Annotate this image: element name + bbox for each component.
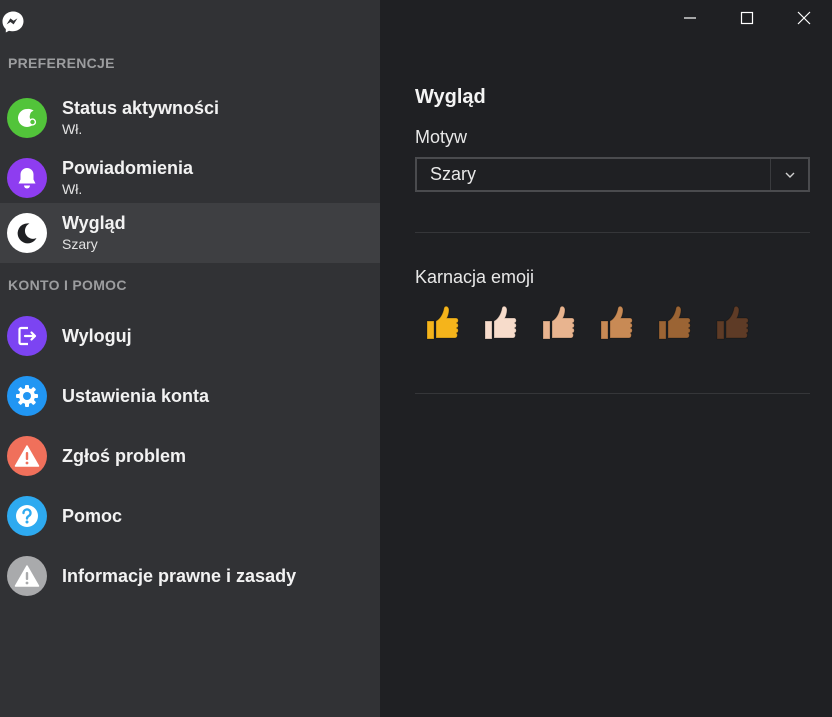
warning-icon <box>7 556 47 596</box>
thumbs-up-icon[interactable] <box>715 304 773 344</box>
section-title-account: KONTO I POMOC <box>8 277 127 293</box>
sidebar-item-sublabel: Wł. <box>62 181 83 197</box>
sidebar-item-label: Zgłoś problem <box>62 446 187 466</box>
sidebar-item-label: Powiadomienia <box>62 158 194 178</box>
sidebar-item-label: Ustawienia konta <box>62 386 210 406</box>
sidebar-item-account-settings[interactable]: Ustawienia konta <box>0 366 380 426</box>
divider <box>415 393 810 394</box>
thumbs-up-icon[interactable] <box>599 304 657 344</box>
logout-icon <box>7 316 47 356</box>
sidebar-item-label: Wyloguj <box>62 326 132 346</box>
theme-select-value: Szary <box>430 164 477 184</box>
warning-icon <box>7 436 47 476</box>
thumbs-up-icon[interactable] <box>657 304 715 344</box>
theme-select[interactable]: Szary <box>415 157 810 192</box>
divider <box>415 232 810 233</box>
thumbs-up-icon[interactable] <box>541 304 599 344</box>
thumbs-up-icon[interactable] <box>483 304 541 344</box>
section-title-preferences: PREFERENCJE <box>8 55 115 71</box>
sidebar-item-legal[interactable]: Informacje prawne i zasady <box>0 546 380 606</box>
sidebar-item-label: Status aktywności <box>62 98 220 118</box>
sidebar-item-logout[interactable]: Wyloguj <box>0 306 380 366</box>
sidebar-item-report-problem[interactable]: Zgłoś problem <box>0 426 380 486</box>
sidebar-item-notifications[interactable]: Powiadomienia Wł. <box>0 148 380 208</box>
sidebar-item-label: Informacje prawne i zasady <box>62 566 297 586</box>
sidebar-item-appearance[interactable]: Wygląd Szary <box>0 203 380 263</box>
sidebar-item-activity-status[interactable]: Status aktywności Wł. <box>0 88 380 148</box>
emoji-skin-tone-label: Karnacja emoji <box>415 267 535 287</box>
sidebar-item-label: Pomoc <box>62 506 123 526</box>
sidebar-item-label: Wygląd <box>62 213 126 233</box>
activity-status-icon <box>7 98 47 138</box>
theme-label: Motyw <box>415 127 468 147</box>
thumbs-up-icon[interactable] <box>425 304 483 344</box>
chevron-down-icon <box>770 159 808 190</box>
sidebar-item-help[interactable]: Pomoc <box>0 486 380 546</box>
gear-icon <box>7 376 47 416</box>
sidebar: PREFERENCJE Status aktywności Wł. Powiad… <box>0 0 380 717</box>
emoji-skin-tone-options <box>425 304 773 344</box>
appearance-panel: Wygląd Motyw Szary Karnacja emoji <box>380 0 832 717</box>
sidebar-item-sublabel: Szary <box>62 236 98 252</box>
moon-icon <box>7 213 47 253</box>
messenger-logo-icon <box>2 11 24 33</box>
bell-icon <box>7 158 47 198</box>
help-icon <box>7 496 47 536</box>
sidebar-item-sublabel: Wł. <box>62 121 83 137</box>
page-title: Wygląd <box>415 86 486 108</box>
